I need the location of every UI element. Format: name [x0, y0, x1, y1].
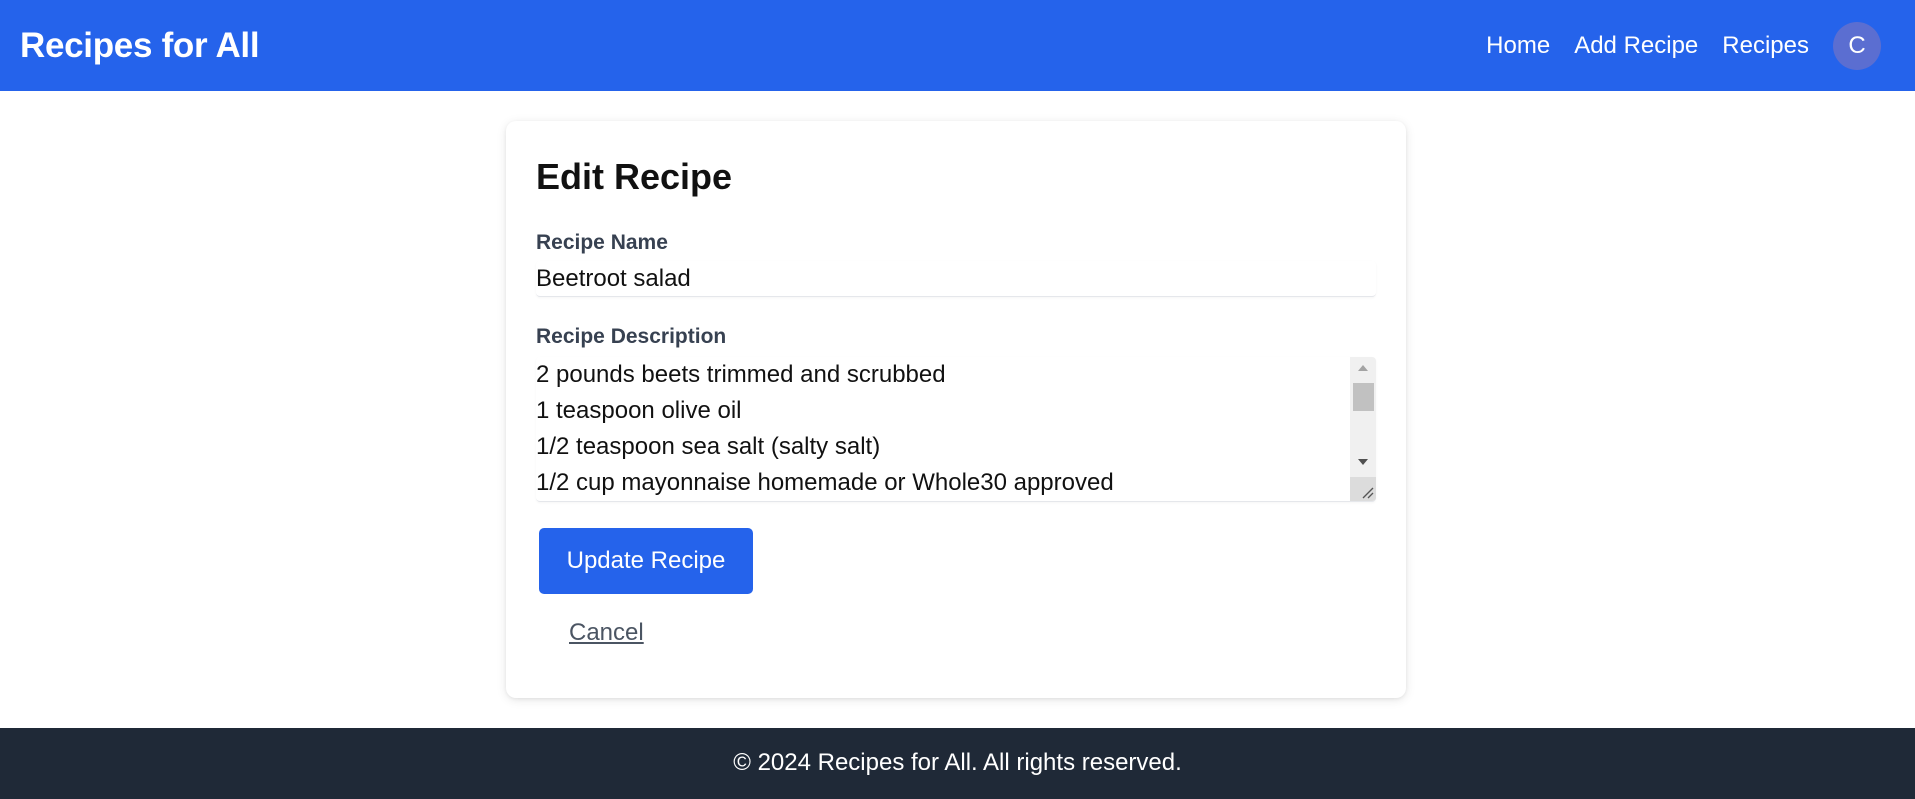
cancel-link[interactable]: Cancel — [569, 619, 644, 647]
description-line: 1 teaspoon olive oil — [536, 397, 742, 424]
recipe-name-input[interactable] — [536, 261, 1376, 297]
scroll-thumb[interactable] — [1353, 383, 1374, 411]
scroll-down-arrow-icon[interactable] — [1358, 459, 1368, 465]
resize-handle-icon[interactable] — [1350, 477, 1376, 501]
nav-link-recipes[interactable]: Recipes — [1722, 32, 1809, 60]
recipe-description-label: Recipe Description — [536, 325, 727, 348]
nav-link-home[interactable]: Home — [1486, 32, 1550, 60]
user-avatar[interactable]: C — [1833, 21, 1881, 70]
footer-copyright: © 2024 Recipes for All. All rights reser… — [733, 748, 1182, 776]
scroll-up-arrow-icon[interactable] — [1358, 365, 1368, 371]
description-line: 2 pounds beets trimmed and scrubbed — [536, 361, 946, 388]
page-title: Edit Recipe — [536, 156, 733, 197]
recipe-description-textarea[interactable]: 2 pounds beets trimmed and scrubbed 1 te… — [536, 357, 1376, 502]
top-navbar: Recipes for All Home Add Recipe Recipes … — [0, 0, 1915, 91]
nav-link-add-recipe[interactable]: Add Recipe — [1574, 32, 1698, 60]
recipe-name-label: Recipe Name — [536, 231, 668, 254]
description-line: 1/2 teaspoon sea salt (salty salt) — [536, 433, 881, 460]
nav-links: Home Add Recipe Recipes C — [1462, 21, 1881, 70]
edit-recipe-card: Edit Recipe Recipe Name Recipe Descripti… — [506, 121, 1406, 698]
update-recipe-button[interactable]: Update Recipe — [539, 528, 753, 594]
description-text[interactable]: 2 pounds beets trimmed and scrubbed 1 te… — [536, 357, 1350, 501]
brand-title[interactable]: Recipes for All — [20, 26, 260, 66]
description-line: 1/2 cup mayonnaise homemade or Whole30 a… — [536, 469, 1114, 496]
page-footer: © 2024 Recipes for All. All rights reser… — [0, 728, 1915, 799]
